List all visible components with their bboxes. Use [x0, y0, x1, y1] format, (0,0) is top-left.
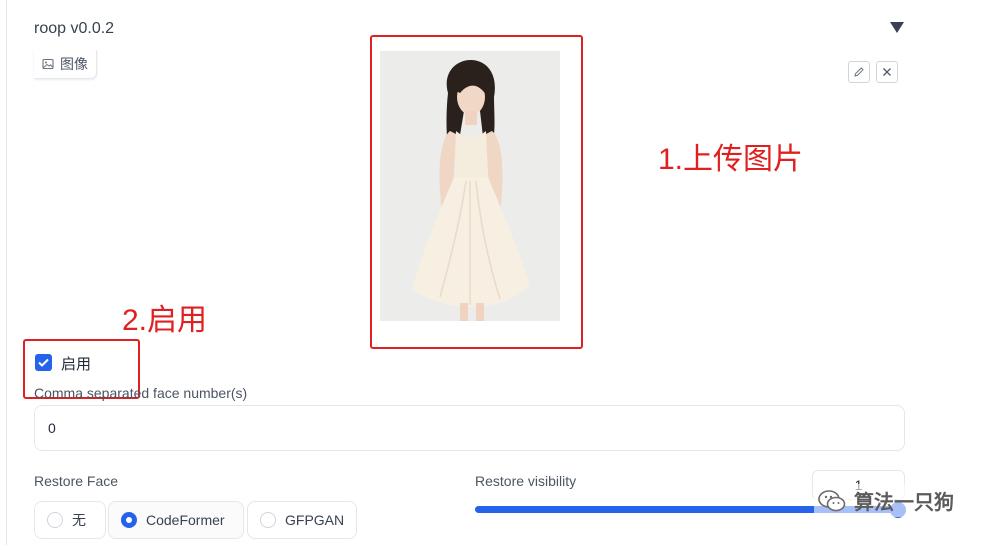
option-label: GFPGAN	[285, 512, 345, 528]
radio-button[interactable]	[260, 512, 276, 528]
edit-button[interactable]	[848, 61, 870, 83]
face-numbers-input[interactable]: 0	[34, 405, 905, 451]
face-numbers-value: 0	[48, 420, 56, 436]
option-label: CodeFormer	[146, 512, 225, 528]
close-icon	[883, 68, 891, 76]
checkmark-icon	[38, 358, 49, 367]
watermark: 算法一只狗	[814, 484, 958, 517]
edit-icon	[854, 67, 864, 77]
restore-face-label: Restore Face	[34, 473, 119, 489]
restore-visibility-label: Restore visibility	[475, 473, 577, 489]
restore-face-option-none[interactable]: 无	[34, 501, 106, 539]
image-tab-label: 图像	[60, 56, 88, 72]
radio-button-selected[interactable]	[121, 512, 137, 528]
option-label: 无	[72, 512, 86, 528]
panel-left-border	[6, 0, 7, 545]
enable-checkbox[interactable]	[35, 354, 52, 371]
enable-label[interactable]: 启用	[61, 353, 91, 374]
image-icon	[42, 58, 54, 70]
face-numbers-label: Comma separated face number(s)	[34, 385, 248, 401]
radio-button[interactable]	[47, 512, 63, 528]
annotation-box-image	[370, 35, 583, 349]
wechat-icon	[818, 489, 846, 511]
watermark-text: 算法一只狗	[854, 492, 954, 514]
restore-face-option-codeformer[interactable]: CodeFormer	[108, 501, 244, 539]
clear-image-button[interactable]	[876, 61, 898, 83]
restore-face-option-gfpgan[interactable]: GFPGAN	[247, 501, 357, 539]
annotation-step1: 1.上传图片	[658, 143, 804, 176]
image-tab[interactable]: 图像	[34, 50, 97, 79]
annotation-step2: 2.启用	[122, 304, 208, 337]
collapse-caret-icon[interactable]	[890, 22, 904, 33]
extension-title[interactable]: roop v0.0.2	[34, 20, 114, 38]
